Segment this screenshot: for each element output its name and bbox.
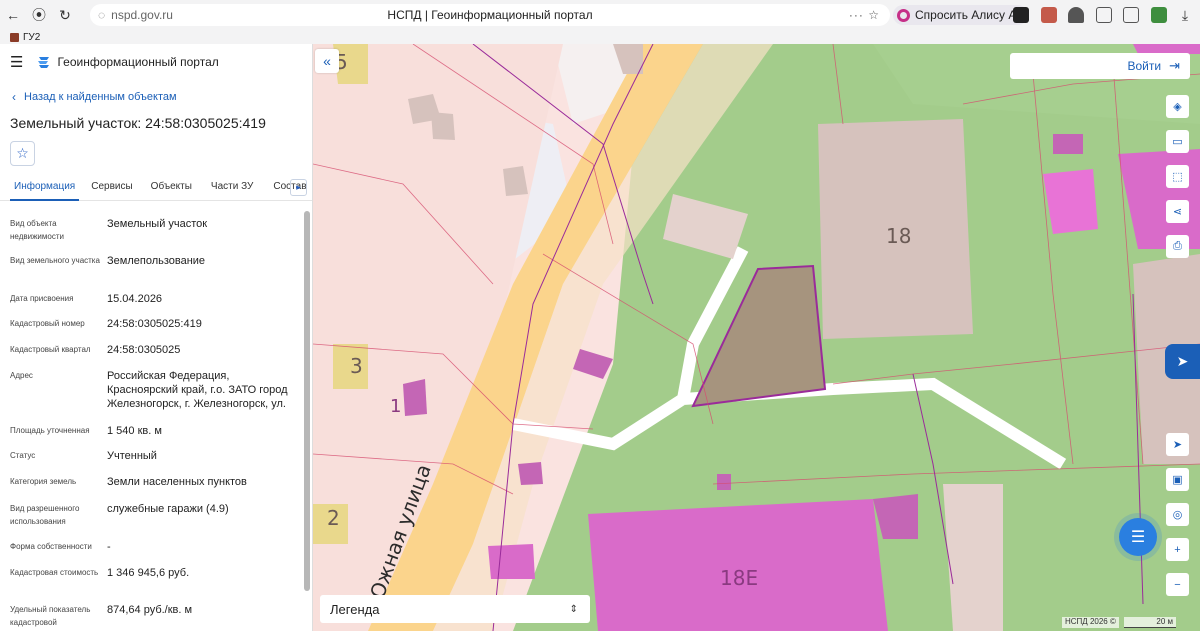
tab-title: НСПД | Геоинформационный портал xyxy=(387,8,593,22)
sort-arrows-icon: ⇕ xyxy=(569,603,578,615)
star-icon: ☆ xyxy=(16,145,29,161)
building xyxy=(403,379,427,416)
building-number: 18 xyxy=(886,224,912,248)
more-icon[interactable]: ··· ☆ xyxy=(849,8,880,22)
zoom-out-button[interactable]: − xyxy=(1166,573,1189,596)
building xyxy=(518,462,543,485)
assistant-icon: ➤ xyxy=(1176,353,1189,369)
extension-icon[interactable] xyxy=(1041,7,1057,23)
app-title: Геоинформационный портал xyxy=(57,55,219,69)
extension-icon[interactable] xyxy=(1123,7,1139,23)
map-canvas[interactable]: 18 18Е 3 2 1 5 Южная улица xyxy=(313,44,1200,631)
chat-icon: ☰ xyxy=(1130,529,1146,546)
scrollbar-thumb[interactable] xyxy=(304,211,310,591)
building xyxy=(431,112,455,140)
building xyxy=(573,349,613,379)
minus-icon: − xyxy=(1174,578,1181,591)
map-layer xyxy=(313,44,1200,631)
tab-objects[interactable]: Объекты xyxy=(151,176,192,201)
bookmarks-bar: ГУ2 xyxy=(0,30,1200,44)
layers-button[interactable]: ◈ xyxy=(1166,95,1189,118)
info-panel: ☰ Геоинформационный портал ‹ Назад к най… xyxy=(0,44,313,631)
extension-icon[interactable] xyxy=(1151,7,1167,23)
building-number: 3 xyxy=(350,354,363,378)
chat-button[interactable]: ☰ xyxy=(1119,518,1157,556)
print-button[interactable]: ⎙ xyxy=(1166,235,1189,258)
tab-parts[interactable]: Части ЗУ xyxy=(211,176,253,201)
object-title: Земельный участок: 24:58:0305025:419 xyxy=(10,115,266,131)
panel-scrollbar[interactable] xyxy=(304,211,310,631)
chevron-left-icon: ‹ xyxy=(12,90,16,104)
collapse-panel-button[interactable]: « xyxy=(315,49,339,73)
building-number: 2 xyxy=(327,506,340,530)
portal-logo-icon xyxy=(38,57,50,68)
select-area-button[interactable]: ⬚ xyxy=(1166,165,1189,188)
scale-bar: 20 м xyxy=(1124,617,1176,628)
browser-toolbar: ← ⦿ ↻ ◌ nspd.gov.ru НСПД | Геоинформацио… xyxy=(0,0,1200,30)
login-button[interactable]: Войти ⇥ xyxy=(1010,53,1190,79)
share-button[interactable]: ⋖ xyxy=(1166,200,1189,223)
chevron-right-icon: ▸ xyxy=(296,182,301,192)
double-chevron-left-icon: « xyxy=(323,53,331,69)
ruler-icon: ▭ xyxy=(1172,136,1183,148)
tabs-next-button[interactable]: ▸ xyxy=(290,179,307,196)
alisa-button[interactable]: Спросить Алису AI xyxy=(893,5,1028,25)
puzzle-icon[interactable] xyxy=(1096,7,1112,23)
layers-icon: ◈ xyxy=(1173,101,1182,113)
geolocation-button[interactable]: ➤ xyxy=(1166,433,1189,456)
location-pin-icon: ◎ xyxy=(1172,509,1183,521)
panel-header: ☰ Геоинформационный портал xyxy=(0,44,312,80)
building xyxy=(1053,134,1083,154)
building-number: 18Е xyxy=(720,566,759,590)
assistant-tab[interactable]: ➤ xyxy=(1165,344,1200,379)
building xyxy=(717,474,731,490)
shield-icon: ◌ xyxy=(98,8,106,22)
back-arrow-icon[interactable]: ← xyxy=(0,2,26,28)
print-icon: ⎙ xyxy=(1173,240,1182,252)
login-icon: ⇥ xyxy=(1169,58,1180,73)
building xyxy=(943,484,1003,631)
zoom-in-button[interactable]: + xyxy=(1166,538,1189,561)
bookmark-icon xyxy=(10,32,19,42)
select-area-icon: ⬚ xyxy=(1172,171,1183,183)
plus-icon: + xyxy=(1174,543,1181,556)
geo-search-button[interactable]: ◎ xyxy=(1166,503,1189,526)
building-number: 1 xyxy=(390,396,402,417)
reload-icon[interactable]: ↻ xyxy=(52,2,78,28)
building xyxy=(488,544,535,579)
tab-bar: Информация Сервисы Объекты Части ЗУ Сост… xyxy=(0,176,312,201)
download-icon[interactable]: ⤓ xyxy=(1172,2,1198,28)
extension-icon[interactable] xyxy=(1013,7,1029,23)
bookmark-item[interactable]: ГУ2 xyxy=(23,32,40,43)
location-arrow-icon: ➤ xyxy=(1172,439,1183,451)
alisa-icon xyxy=(897,8,910,22)
minimap-icon: ▣ xyxy=(1172,474,1183,486)
legend-dropdown[interactable]: Легенда ⇕ xyxy=(320,595,590,623)
url-text: nspd.gov.ru xyxy=(111,8,173,22)
minimap-button[interactable]: ▣ xyxy=(1166,468,1189,491)
back-link[interactable]: ‹ Назад к найденным объектам xyxy=(12,90,177,104)
yandex-icon[interactable]: ⦿ xyxy=(26,2,52,28)
copyright: НСПД 2026 © xyxy=(1062,617,1119,628)
share-icon: ⋖ xyxy=(1172,206,1183,218)
address-bar[interactable]: ◌ nspd.gov.ru НСПД | Геоинформационный п… xyxy=(90,4,890,26)
tab-services[interactable]: Сервисы xyxy=(91,176,132,201)
favorite-button[interactable]: ☆ xyxy=(10,141,35,166)
tab-info[interactable]: Информация xyxy=(10,176,80,201)
ruler-button[interactable]: ▭ xyxy=(1166,130,1189,153)
extension-icon[interactable] xyxy=(1068,7,1084,23)
building-18e xyxy=(588,499,888,631)
menu-icon[interactable]: ☰ xyxy=(10,53,23,71)
